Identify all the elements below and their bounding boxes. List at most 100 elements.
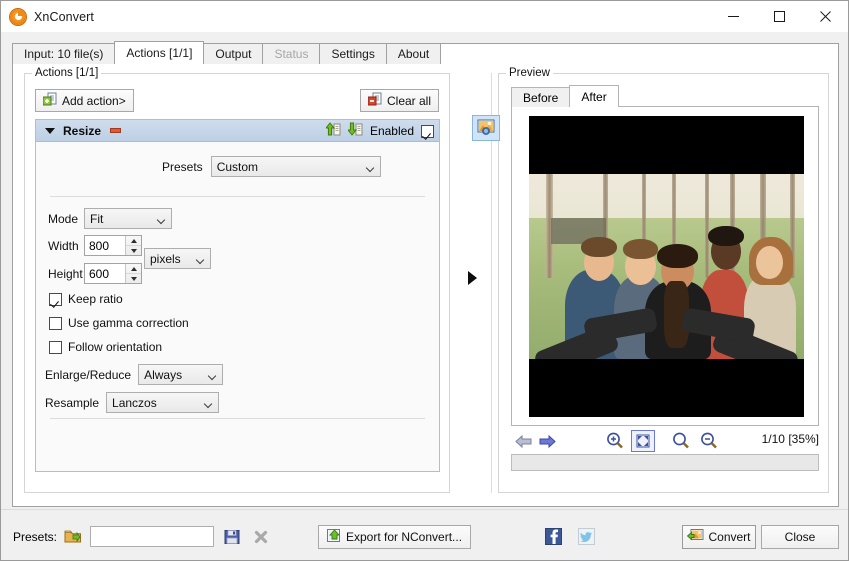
tab-status: Status [262, 43, 321, 64]
action-card-header[interactable]: Resize Enabled [36, 120, 439, 142]
unit-row: pixels [144, 248, 211, 269]
convert-label: Convert [708, 530, 751, 544]
enlarge-reduce-label: Enlarge/Reduce [45, 367, 132, 382]
title-bar: XnConvert [1, 1, 848, 32]
presets-combo[interactable]: Custom [210, 156, 381, 177]
enabled-checkbox[interactable] [421, 124, 434, 138]
clear-all-button[interactable]: Clear all [359, 89, 439, 112]
width-stepper[interactable]: 800 [84, 235, 142, 256]
clear-all-label: Clear all [386, 93, 431, 108]
convert-button[interactable]: Convert [682, 525, 756, 549]
width-spin-down[interactable] [126, 246, 141, 255]
gamma-row[interactable]: Use gamma correction [49, 316, 189, 330]
width-spin-up[interactable] [126, 236, 141, 246]
tab-output[interactable]: Output [203, 43, 264, 64]
chevron-down-icon [158, 217, 165, 221]
preview-groupbox: Preview Before After 1/10 [35%] [498, 67, 829, 493]
maximize-icon[interactable] [756, 1, 802, 32]
preview-tab-after[interactable]: After [569, 85, 619, 107]
keep-ratio-checkbox[interactable] [49, 292, 62, 306]
action-card-body: Presets Custom Mode Fit Width 800 pixels… [36, 142, 439, 472]
open-folder-icon[interactable] [63, 526, 83, 546]
height-spin-down[interactable] [126, 274, 141, 283]
triangle-right-icon[interactable] [468, 271, 477, 285]
chevron-down-icon [205, 401, 212, 405]
height-input[interactable]: 600 [85, 264, 125, 283]
height-spin-up[interactable] [126, 264, 141, 274]
height-spin-arrows[interactable] [125, 264, 141, 283]
preview-toggle-button[interactable] [472, 115, 500, 141]
preview-tab-before[interactable]: Before [511, 87, 571, 107]
fit-to-window-icon[interactable] [631, 430, 655, 452]
enlarge-reduce-value: Always [144, 367, 183, 382]
preview-group-title: Preview [506, 67, 553, 79]
height-stepper[interactable]: 600 [84, 263, 142, 284]
zoom-in-icon[interactable] [603, 430, 627, 452]
unit-combo[interactable]: pixels [144, 248, 211, 269]
chevron-down-icon [367, 165, 374, 169]
caret-down-icon[interactable] [45, 127, 55, 134]
presets-value: Custom [216, 159, 259, 174]
divider [50, 418, 425, 419]
minimize-icon[interactable] [710, 1, 756, 32]
gamma-checkbox[interactable] [49, 316, 62, 330]
zoom-level-label: 1/10 [35%] [761, 432, 819, 446]
floppy-save-icon[interactable] [222, 527, 241, 546]
presets-label: Presets [162, 159, 203, 174]
tab-settings[interactable]: Settings [319, 43, 387, 64]
facebook-icon[interactable] [545, 528, 562, 545]
zoom-out-icon[interactable] [697, 430, 721, 452]
preset-select[interactable] [90, 526, 214, 547]
window-controls [710, 1, 848, 32]
delete-x-icon[interactable] [251, 527, 270, 546]
tab-input[interactable]: Input: 10 file(s) [12, 43, 116, 64]
orientation-checkbox[interactable] [49, 340, 62, 354]
orientation-row[interactable]: Follow orientation [49, 340, 162, 354]
preview-toolbar: 1/10 [35%] [511, 429, 819, 453]
preview-status-bar [511, 454, 819, 471]
arrow-right-icon[interactable] [535, 430, 559, 452]
add-document-plus-icon [42, 92, 58, 110]
enabled-label: Enabled [369, 124, 414, 138]
mode-combo[interactable]: Fit [84, 208, 172, 229]
main-tab-strip: Input: 10 file(s) Actions [1/1] Output S… [12, 41, 848, 64]
width-input[interactable]: 800 [85, 236, 125, 255]
close-icon[interactable] [802, 1, 848, 32]
width-spin-arrows[interactable] [125, 236, 141, 255]
chevron-down-icon [209, 373, 216, 377]
minus-badge-icon[interactable] [110, 128, 122, 133]
export-for-nconvert-button[interactable]: Export for NConvert... [318, 525, 472, 549]
move-up-green-arrow-icon[interactable] [324, 122, 341, 140]
width-row: Width 800 [48, 235, 142, 256]
resample-value: Lanczos [112, 395, 157, 410]
enlarge-reduce-combo[interactable]: Always [138, 364, 224, 385]
tab-actions[interactable]: Actions [1/1] [114, 41, 205, 64]
orientation-label: Follow orientation [68, 340, 163, 354]
resample-row: Resample Lanczos [45, 392, 220, 413]
export-label: Export for NConvert... [346, 530, 463, 544]
export-arrow-icon [327, 528, 342, 546]
magnifier-icon[interactable] [669, 430, 693, 452]
twitter-icon[interactable] [578, 528, 595, 545]
close-label: Close [784, 530, 816, 544]
xnconvert-gear-icon [10, 8, 26, 25]
presets-bar-label: Presets: [13, 530, 58, 544]
convert-images-icon [687, 528, 704, 546]
preview-canvas[interactable] [511, 106, 819, 426]
add-action-button[interactable]: Add action> [35, 89, 134, 112]
tab-content-panel: Actions [1/1] Add action> Clear all Resi… [12, 43, 839, 507]
height-label: Height [48, 266, 83, 281]
resample-combo[interactable]: Lanczos [106, 392, 220, 413]
action-header-controls: Enabled [324, 120, 434, 142]
move-down-green-arrow-icon[interactable] [346, 122, 363, 140]
close-button[interactable]: Close [761, 525, 839, 549]
preview-tab-strip: Before After [511, 85, 619, 107]
keep-ratio-row[interactable]: Keep ratio [49, 292, 123, 306]
divider [50, 196, 425, 197]
actions-groupbox: Actions [1/1] Add action> Clear all Resi… [24, 67, 450, 493]
arrow-left-icon[interactable] [511, 430, 535, 452]
chevron-down-icon [197, 257, 204, 261]
mode-value: Fit [90, 211, 104, 226]
mode-label: Mode [48, 211, 79, 226]
tab-about[interactable]: About [385, 43, 442, 64]
